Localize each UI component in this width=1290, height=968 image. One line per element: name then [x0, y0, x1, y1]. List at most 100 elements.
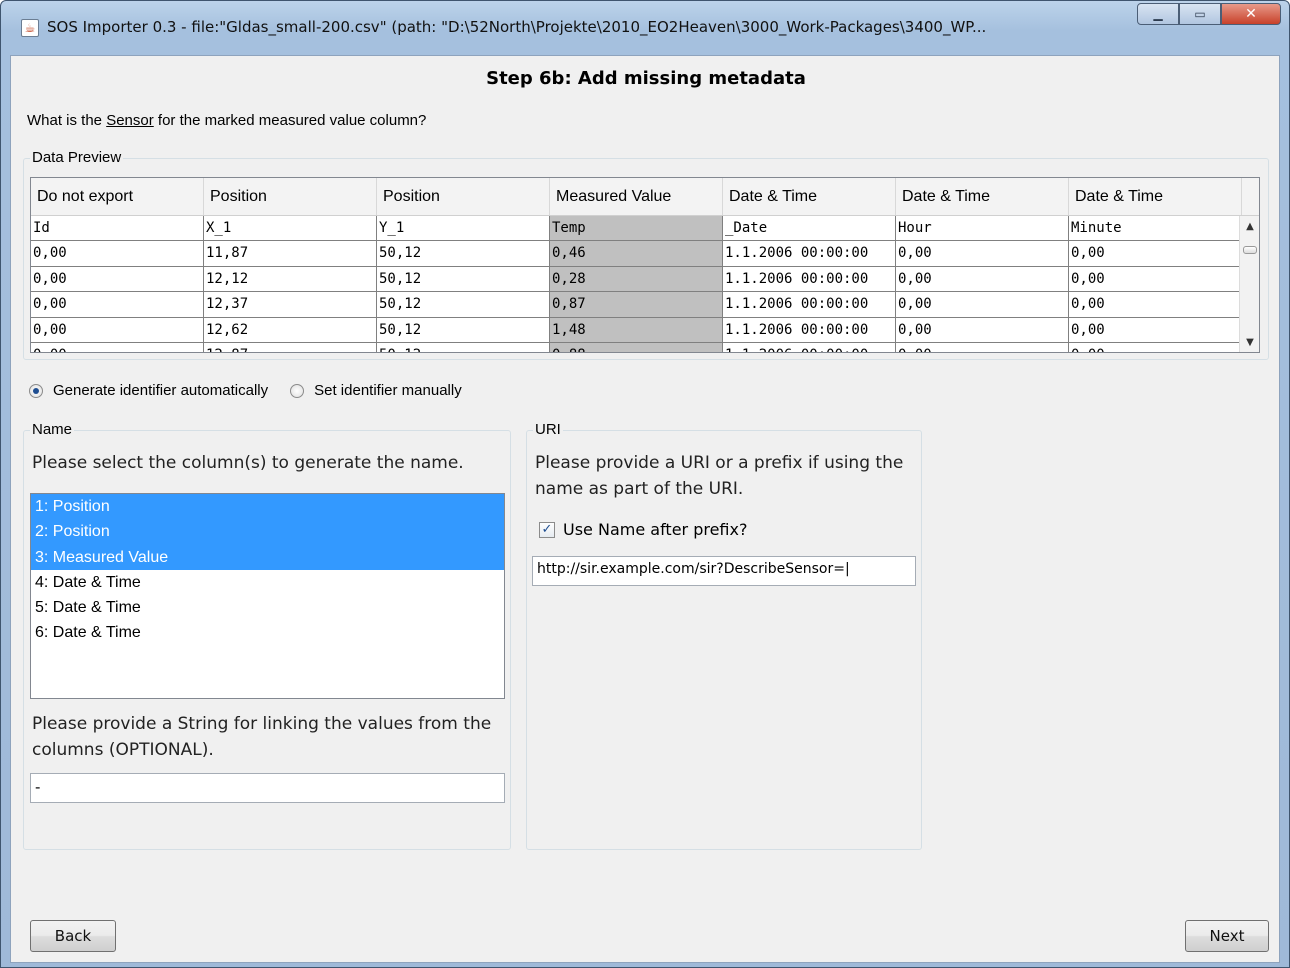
table-cell[interactable]: 0,88: [550, 342, 723, 352]
table-cell[interactable]: 0,00: [1069, 241, 1242, 267]
table-cell[interactable]: 0,00: [31, 342, 204, 352]
table-cell[interactable]: 0,00: [31, 292, 204, 318]
scroll-down-icon[interactable]: ▼: [1240, 334, 1259, 352]
back-button[interactable]: Back: [30, 920, 116, 952]
table-cell[interactable]: 50,12: [377, 317, 550, 343]
table-cell[interactable]: 50,12: [377, 292, 550, 318]
table-cell[interactable]: 11,87: [204, 241, 377, 267]
table-cell[interactable]: Id: [31, 216, 204, 242]
name-group: Name Please select the column(s) to gene…: [23, 421, 511, 850]
use-name-label[interactable]: Use Name after prefix?: [563, 520, 747, 539]
list-item[interactable]: 4: Date & Time: [31, 570, 504, 595]
name-group-label: Name: [30, 421, 75, 438]
radio-generate-automatically[interactable]: [29, 383, 43, 398]
link-string-input[interactable]: -: [30, 773, 505, 803]
uri-group: URI Please provide a URI or a prefix if …: [526, 421, 922, 850]
table-scrollbar[interactable]: ▲ ▼: [1239, 216, 1259, 352]
table-cell[interactable]: 0,46: [550, 241, 723, 267]
table-cell[interactable]: Hour: [896, 216, 1069, 242]
table-cell[interactable]: _Date: [723, 216, 896, 242]
table-cell[interactable]: 12,87: [204, 342, 377, 352]
list-item[interactable]: 6: Date & Time: [31, 620, 504, 645]
maximize-icon[interactable]: ▭: [1179, 3, 1221, 25]
table-row: 0,00 11,87 50,12 0,46 1.1.2006 00:00:00 0,00 0…: [31, 241, 1259, 267]
column-header[interactable]: Date & Time: [896, 178, 1069, 215]
table-cell[interactable]: 0,00: [896, 292, 1069, 318]
table-cell[interactable]: 1.1.2006 00:00:00: [723, 241, 896, 267]
table-cell[interactable]: 0,00: [896, 241, 1069, 267]
table-cell[interactable]: 0,00: [896, 266, 1069, 293]
table-cell[interactable]: 1.1.2006 00:00:00: [723, 266, 896, 293]
name-instruction: Please select the column(s) to generate …: [32, 453, 464, 473]
radio-manual-label[interactable]: Set identifier manually: [314, 382, 462, 399]
title-bar[interactable]: ☕ SOS Importer 0.3 - file:"Gldas_small-2…: [1, 1, 1289, 53]
table-cell[interactable]: 0,00: [896, 342, 1069, 352]
scroll-up-icon[interactable]: ▲: [1240, 218, 1259, 236]
list-item[interactable]: 3: Measured Value: [31, 544, 504, 570]
data-preview-group: Data Preview Do not export Position Positi…: [23, 149, 1269, 360]
column-header[interactable]: Date & Time: [1069, 178, 1242, 215]
table-cell[interactable]: 0,00: [1069, 317, 1242, 343]
table-cell[interactable]: Minute: [1069, 216, 1242, 242]
table-cell[interactable]: 0,00: [896, 317, 1069, 343]
next-button[interactable]: Next: [1185, 920, 1269, 952]
uri-input[interactable]: http://sir.example.com/sir?DescribeSenso…: [532, 556, 916, 586]
table-cell[interactable]: 1,48: [550, 317, 723, 343]
table-body: Id X_1 Y_1 Temp _Date Hour Minute 0,00 11,87 50,1…: [31, 216, 1259, 352]
window-title: SOS Importer 0.3 - file:"Gldas_small-200…: [47, 18, 987, 36]
caption-buttons: ▁ ▭ ✕: [1137, 3, 1281, 25]
table-cell[interactable]: 0,00: [1069, 292, 1242, 318]
data-preview-label: Data Preview: [30, 149, 124, 166]
list-item[interactable]: 5: Date & Time: [31, 595, 504, 620]
text-caret: |: [844, 561, 850, 577]
table-cell[interactable]: 50,12: [377, 266, 550, 293]
list-item[interactable]: 2: Position: [31, 519, 504, 545]
step-title: Step 6b: Add missing metadata: [486, 68, 806, 89]
list-item[interactable]: 1: Position: [31, 494, 504, 520]
client-area: Step 6b: Add missing metadata What is th…: [10, 55, 1280, 963]
minimize-icon[interactable]: ▁: [1137, 3, 1179, 25]
column-header[interactable]: Measured Value: [550, 178, 723, 215]
column-header[interactable]: Position: [377, 178, 550, 215]
table-cell[interactable]: 12,12: [204, 266, 377, 293]
table-cell[interactable]: 0,87: [550, 292, 723, 318]
table-cell[interactable]: 0,28: [550, 266, 723, 293]
question-text: What is the Sensor for the marked measur…: [27, 112, 426, 129]
table-cell[interactable]: 0,00: [31, 317, 204, 343]
column-header[interactable]: Position: [204, 178, 377, 215]
uri-instruction: Please provide a URI or a prefix if usin…: [535, 453, 904, 499]
table-cell[interactable]: 1.1.2006 00:00:00: [723, 342, 896, 352]
radio-set-manually[interactable]: [290, 383, 305, 398]
table-cell[interactable]: 0,00: [31, 241, 204, 267]
radio-generate-label[interactable]: Generate identifier automatically: [53, 382, 268, 399]
table-row: 0,0012,8750,120,881.1.2006 00:00:000,000…: [31, 342, 1259, 352]
table-row: Id X_1 Y_1 Temp _Date Hour Minute: [31, 216, 1259, 242]
table-cell[interactable]: 0,00: [31, 266, 204, 293]
uri-value: http://sir.example.com/sir?DescribeSenso…: [537, 561, 845, 577]
scroll-thumb[interactable]: [1243, 246, 1257, 254]
table-cell[interactable]: 12,37: [204, 292, 377, 318]
table-cell[interactable]: 50,12: [377, 241, 550, 267]
table-header: Do not export Position Position Measured Va…: [31, 178, 1259, 216]
link-instruction: Please provide a String for linking the …: [32, 714, 492, 760]
close-icon[interactable]: ✕: [1221, 3, 1281, 25]
data-preview-table[interactable]: Do not export Position Position Measured Va…: [30, 177, 1260, 353]
table-cell[interactable]: 12,62: [204, 317, 377, 343]
table-cell[interactable]: 0,00: [1069, 342, 1242, 352]
table-cell[interactable]: Y_1: [377, 216, 550, 242]
table-cell[interactable]: 1.1.2006 00:00:00: [723, 317, 896, 343]
java-icon[interactable]: ☕: [21, 19, 39, 37]
window-frame: ☕ SOS Importer 0.3 - file:"Gldas_small-2…: [0, 0, 1290, 968]
table-cell[interactable]: 0,00: [1069, 266, 1242, 293]
use-name-checkbox[interactable]: ✓: [539, 521, 555, 538]
table-cell[interactable]: 1.1.2006 00:00:00: [723, 292, 896, 318]
name-column-list[interactable]: 1: Position 2: Position 3: Measured Value 4…: [30, 493, 505, 699]
question-suffix: for the marked measured value column?: [153, 112, 427, 129]
table-cell[interactable]: X_1: [204, 216, 377, 242]
table-cell[interactable]: 50,12: [377, 342, 550, 352]
use-name-option: ✓ Use Name after prefix?: [539, 520, 747, 539]
identifier-options: Generate identifier automatically Set id…: [29, 382, 484, 399]
column-header[interactable]: Date & Time: [723, 178, 896, 215]
table-cell[interactable]: Temp: [550, 216, 723, 242]
column-header[interactable]: Do not export: [31, 178, 204, 215]
